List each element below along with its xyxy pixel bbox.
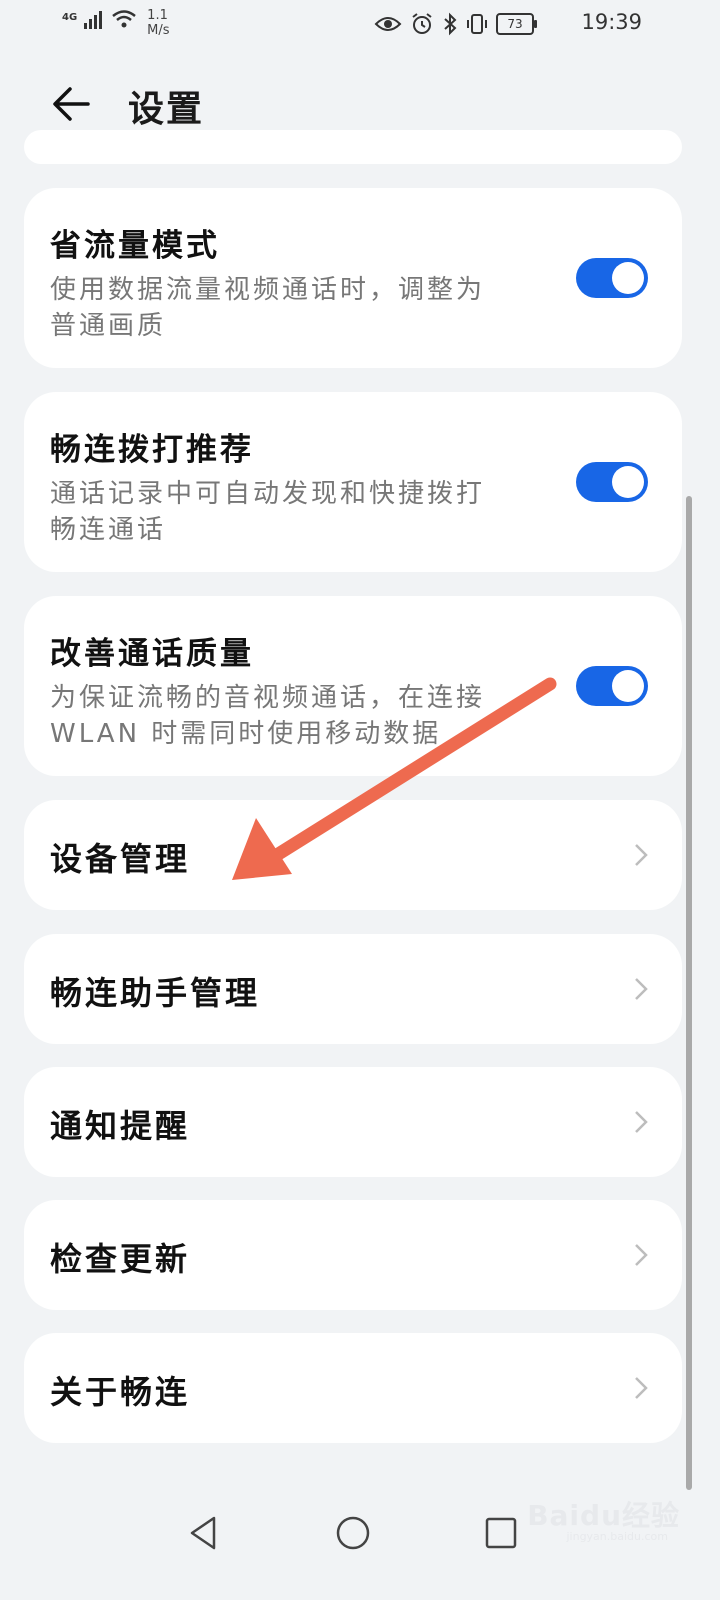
nav-back-icon[interactable] — [180, 1508, 230, 1558]
chevron-right-icon — [635, 1244, 648, 1266]
chevron-right-icon — [635, 978, 648, 1000]
setting-data-saver[interactable]: 省流量模式 使用数据流量视频通话时，调整为 普通画质 — [24, 188, 682, 368]
setting-call-quality[interactable]: 改善通话质量 为保证流畅的音视频通话，在连接 WLAN 时需同时使用移动数据 — [24, 596, 682, 776]
setting-description-line: WLAN 时需同时使用移动数据 — [50, 719, 442, 749]
network-type: 4G — [62, 12, 78, 23]
clock: 19:39 — [581, 10, 642, 34]
nav-label: 检查更新 — [50, 1240, 191, 1278]
toggle-knob — [612, 262, 644, 294]
nav-label: 设备管理 — [50, 840, 191, 878]
setting-description-line: 通话记录中可自动发现和快捷拨打 — [50, 479, 486, 509]
watermark: Baidu经验 — [527, 1499, 680, 1532]
signal-icon — [84, 11, 103, 29]
nav-recents-icon[interactable] — [476, 1508, 526, 1558]
wifi-icon — [112, 10, 136, 28]
speed-value: 1.1 — [147, 8, 168, 23]
setting-description-line: 畅连通话 — [50, 515, 167, 545]
status-left: 4G 1.1 M/s — [62, 8, 170, 38]
nav-label: 通知提醒 — [50, 1107, 191, 1145]
nav-about[interactable]: 关于畅连 — [24, 1333, 682, 1443]
nav-label: 畅连助手管理 — [50, 974, 261, 1012]
setting-description-line: 普通画质 — [50, 311, 167, 341]
call-recommend-toggle[interactable] — [576, 462, 648, 502]
alarm-icon — [412, 13, 432, 34]
network-speed: 1.1 M/s — [147, 8, 169, 38]
eye-icon — [374, 17, 402, 31]
page-title: 设置 — [128, 89, 205, 130]
back-arrow-icon[interactable] — [48, 80, 96, 128]
nav-home-icon[interactable] — [328, 1508, 378, 1558]
status-bar: 4G 1.1 M/s 73 19:39 — [0, 0, 720, 50]
bluetooth-icon — [444, 12, 457, 36]
nav-notifications[interactable]: 通知提醒 — [24, 1067, 682, 1177]
toggle-knob — [612, 466, 644, 498]
nav-label: 关于畅连 — [50, 1373, 191, 1411]
nav-check-update[interactable]: 检查更新 — [24, 1200, 682, 1310]
setting-title: 畅连拨打推荐 — [50, 432, 254, 468]
setting-title: 改善通话质量 — [50, 636, 254, 672]
watermark-url: jingyan.baidu.com — [566, 1530, 668, 1543]
nav-assistant-management[interactable]: 畅连助手管理 — [24, 934, 682, 1044]
scrollbar[interactable] — [686, 496, 692, 1490]
nav-device-management[interactable]: 设备管理 — [24, 800, 682, 910]
setting-description: 使用数据流量视频通话时，调整为 普通画质 — [50, 272, 530, 344]
speed-unit: M/s — [147, 23, 170, 38]
vibrate-icon — [467, 14, 487, 34]
chevron-right-icon — [635, 1111, 648, 1133]
battery-indicator: 73 — [496, 13, 537, 35]
chevron-right-icon — [635, 1377, 648, 1399]
setting-call-recommend[interactable]: 畅连拨打推荐 通话记录中可自动发现和快捷拨打 畅连通话 — [24, 392, 682, 572]
chevron-right-icon — [635, 844, 648, 866]
call-quality-toggle[interactable] — [576, 666, 648, 706]
status-icons: 73 — [374, 12, 537, 36]
setting-description-line: 使用数据流量视频通话时，调整为 — [50, 275, 486, 305]
setting-description-line: 为保证流畅的音视频通话，在连接 — [50, 683, 486, 713]
setting-title: 省流量模式 — [50, 228, 220, 264]
toggle-knob — [612, 670, 644, 702]
card-partial-top — [24, 130, 682, 164]
setting-description: 为保证流畅的音视频通话，在连接 WLAN 时需同时使用移动数据 — [50, 680, 530, 752]
data-saver-toggle[interactable] — [576, 258, 648, 298]
setting-description: 通话记录中可自动发现和快捷拨打 畅连通话 — [50, 476, 530, 548]
